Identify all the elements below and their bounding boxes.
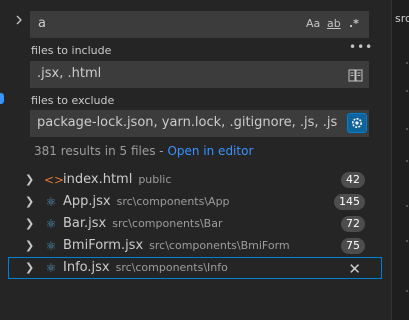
activity-indicator (0, 93, 4, 104)
minimap-mark (406, 160, 408, 162)
minimap-mark (406, 205, 408, 207)
result-count-badge: 42 (341, 172, 365, 188)
minimap-mark (406, 90, 408, 92)
exclude-label: files to exclude (31, 94, 115, 107)
replace-toggle-chevron-icon[interactable] (13, 14, 25, 26)
react-icon: ⚛ (45, 261, 57, 275)
result-file-row[interactable]: ❯ ⚛ Bar.jsx src\components\Bar 72 (8, 213, 382, 235)
minimap-mark (406, 62, 408, 64)
match-case-button[interactable]: Aa (306, 17, 320, 30)
result-file-row[interactable]: ❯ <> index.html public 42 (8, 169, 382, 191)
chevron-right-icon[interactable]: ❯ (25, 173, 34, 186)
react-icon: ⚛ (45, 239, 57, 253)
whole-word-button[interactable]: ab (327, 17, 341, 30)
use-exclude-settings-button[interactable] (347, 113, 367, 133)
result-file-row[interactable]: ❯ ⚛ App.jsx src\components\App 145 (8, 191, 382, 213)
search-input[interactable]: a Aa ab .* (30, 11, 369, 38)
file-path: src\components\Bar (112, 217, 223, 230)
file-name: Info.jsx (63, 260, 110, 275)
file-path: src\components\BmiForm (149, 239, 290, 252)
html-icon: <> (44, 173, 65, 187)
editor-strip: src (391, 0, 409, 320)
book-icon[interactable] (348, 67, 363, 82)
react-icon: ⚛ (45, 195, 57, 209)
react-icon: ⚛ (45, 217, 57, 231)
more-options-icon[interactable]: ••• (349, 40, 373, 54)
search-query[interactable]: a (38, 16, 46, 31)
include-input[interactable]: .jsx, .html (30, 61, 369, 88)
chevron-right-icon[interactable]: ❯ (25, 261, 34, 274)
result-count-badge: 72 (341, 216, 365, 232)
dismiss-result-close-icon[interactable]: ✕ (348, 260, 361, 278)
file-path: src\components\App (116, 195, 230, 208)
exclude-input[interactable]: package-lock.json, yarn.lock, .gitignore… (30, 110, 369, 137)
file-name: index.html (63, 172, 133, 187)
result-count-badge: 75 (341, 238, 365, 254)
results-summary: 381 results in 5 files - Open in editor (34, 144, 253, 158)
result-file-row-selected[interactable]: ❯ ⚛ Info.jsx src\components\Info ✕ (8, 257, 382, 279)
minimap-mark (406, 240, 408, 242)
include-value[interactable]: .jsx, .html (37, 66, 337, 81)
exclude-value[interactable]: package-lock.json, yarn.lock, .gitignore… (37, 115, 337, 130)
file-name: BmiForm.jsx (63, 238, 144, 253)
gear-icon (352, 118, 362, 128)
result-count-badge: 145 (334, 194, 365, 210)
file-path: src\components\Info (115, 261, 228, 274)
summary-text: 381 results in 5 files - (34, 144, 168, 158)
chevron-right-icon[interactable]: ❯ (25, 195, 34, 208)
file-name: Bar.jsx (63, 216, 107, 231)
open-in-editor-link[interactable]: Open in editor (167, 144, 253, 158)
file-name: App.jsx (63, 194, 111, 209)
editor-tab-label[interactable]: src (395, 12, 409, 25)
chevron-right-icon[interactable]: ❯ (25, 217, 34, 230)
minimap-mark (406, 290, 408, 292)
search-panel: a Aa ab .* ••• files to include .jsx, .h… (0, 0, 391, 320)
file-path: public (138, 173, 172, 186)
result-file-row[interactable]: ❯ ⚛ BmiForm.jsx src\components\BmiForm 75 (8, 235, 382, 257)
chevron-right-icon[interactable]: ❯ (25, 239, 34, 252)
regex-button[interactable]: .* (349, 17, 359, 30)
include-label: files to include (31, 44, 112, 57)
minimap-mark (406, 128, 408, 130)
